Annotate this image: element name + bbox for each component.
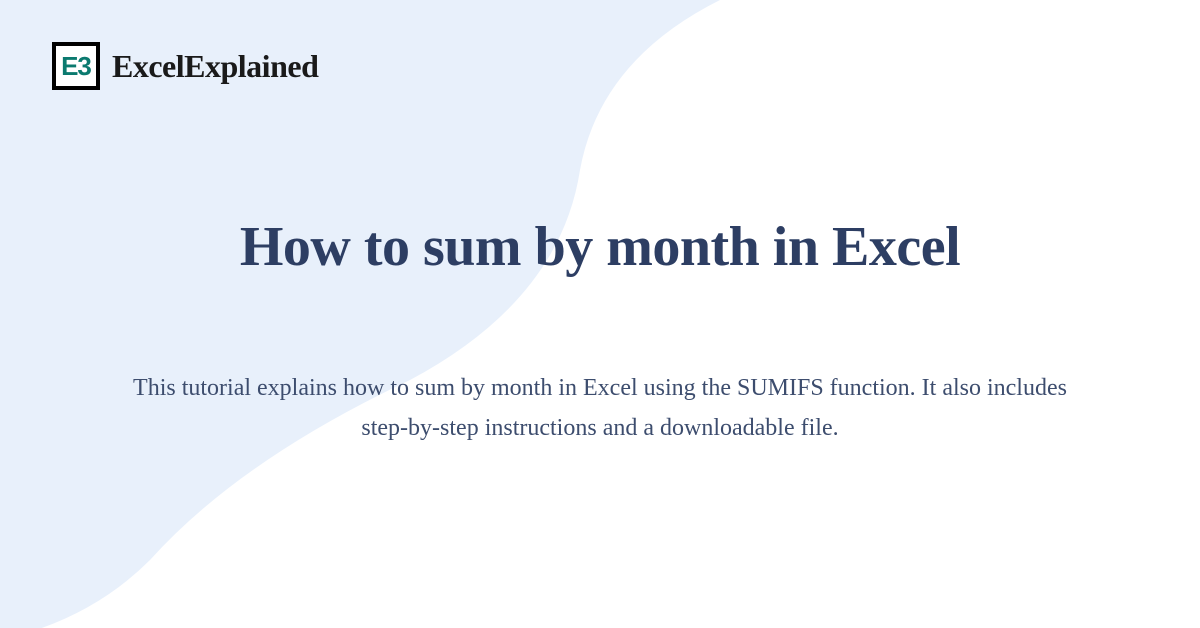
logo-mark: E3 — [52, 42, 100, 90]
logo-brand-text: ExcelExplained — [112, 48, 318, 85]
logo-mark-text: E3 — [61, 51, 91, 82]
page-title: How to sum by month in Excel — [0, 215, 1200, 279]
logo: E3 ExcelExplained — [52, 42, 318, 90]
main-content: How to sum by month in Excel This tutori… — [0, 215, 1200, 448]
page-description: This tutorial explains how to sum by mon… — [110, 369, 1090, 448]
